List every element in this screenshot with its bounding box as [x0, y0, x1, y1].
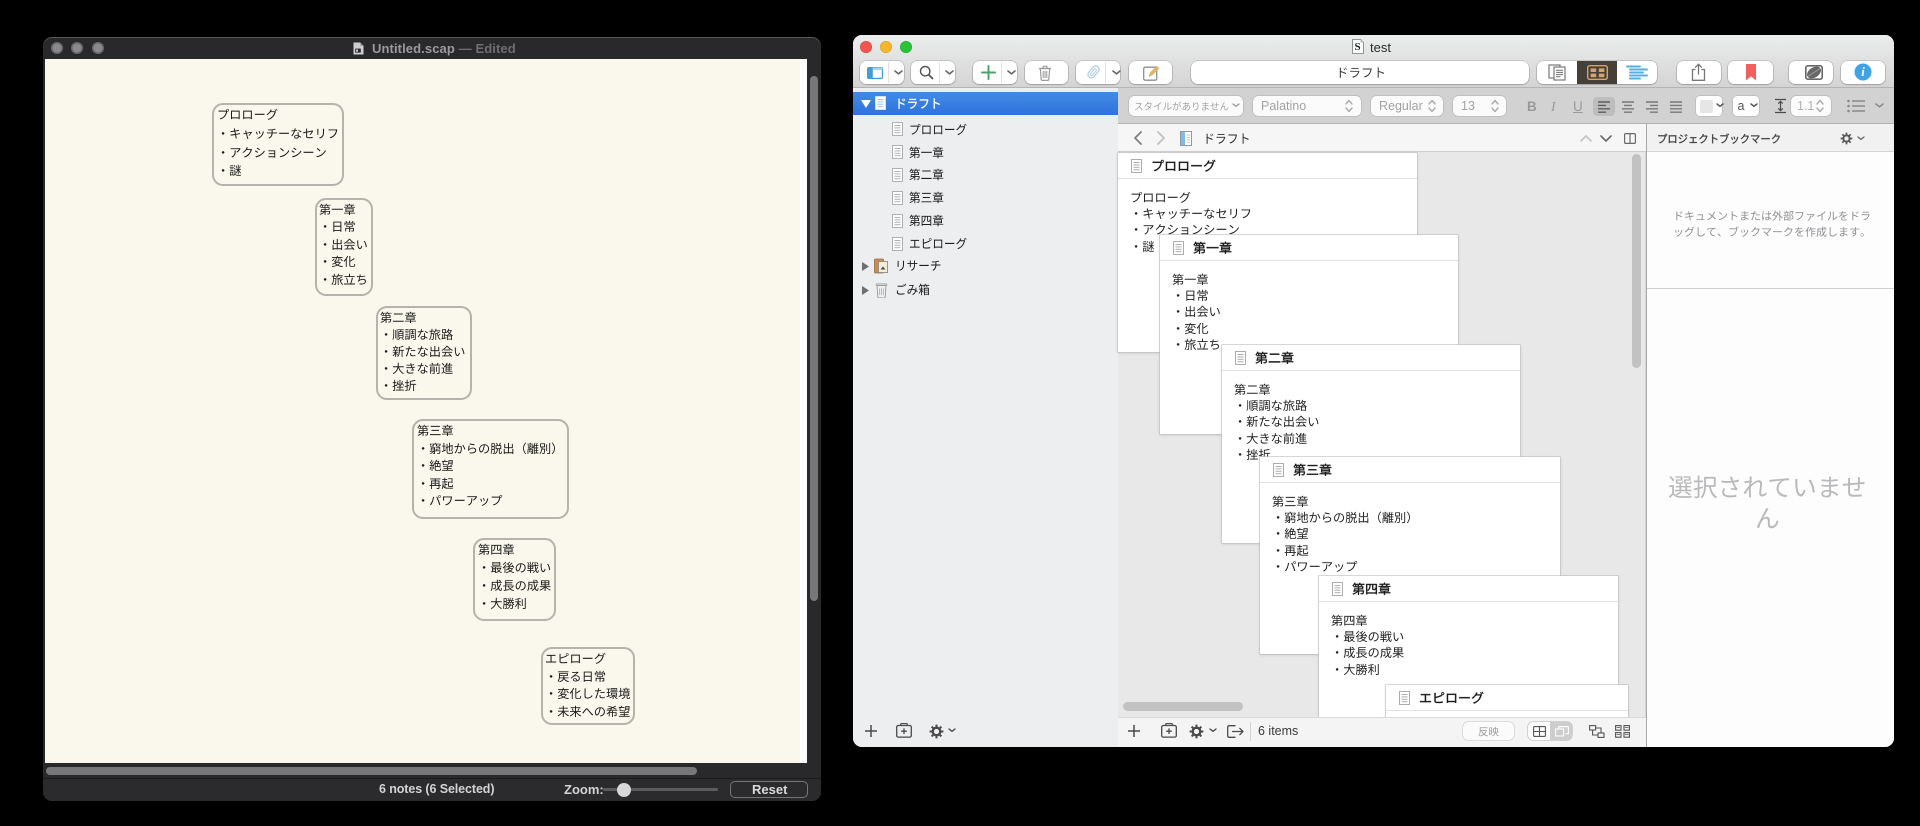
svg-text:i: i [1861, 65, 1865, 79]
svg-text:S: S [1354, 41, 1360, 53]
